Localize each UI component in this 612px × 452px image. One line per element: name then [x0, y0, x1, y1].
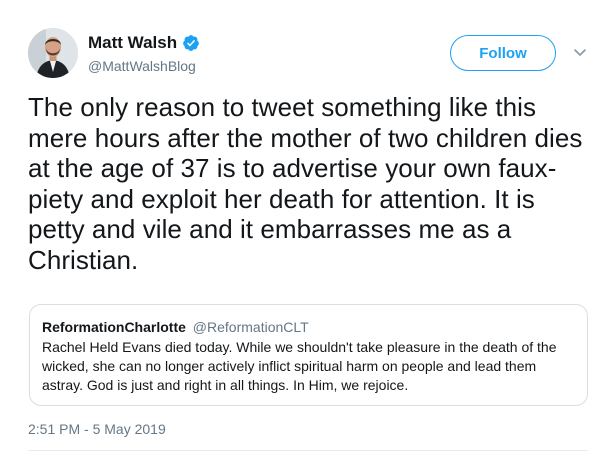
author-handle[interactable]: @MattWalshBlog [88, 58, 200, 74]
quoted-tweet-text: Rachel Held Evans died today. While we s… [42, 339, 557, 393]
tweet-header: Matt Walsh @MattWalshBlog Follow [28, 28, 598, 80]
author-display-name[interactable]: Matt Walsh [88, 33, 177, 53]
avatar[interactable] [28, 28, 78, 78]
quoted-tweet[interactable]: ReformationCharlotte @ReformationCLT Rac… [29, 304, 588, 406]
divider [28, 450, 588, 451]
follow-button[interactable]: Follow [450, 35, 556, 71]
quoted-author-handle: @ReformationCLT [192, 319, 309, 335]
verified-badge-icon [182, 34, 200, 52]
display-name-row: Matt Walsh [88, 32, 200, 54]
author-names: Matt Walsh @MattWalshBlog [88, 32, 200, 74]
chevron-down-icon[interactable] [572, 44, 588, 60]
tweet-timestamp[interactable]: 2:51 PM - 5 May 2019 [28, 421, 166, 437]
tweet-text: The only reason to tweet something like … [28, 92, 583, 275]
quoted-author-name: ReformationCharlotte [42, 319, 186, 335]
quoted-tweet-header: ReformationCharlotte @ReformationCLT [42, 318, 575, 336]
tweet-card: Matt Walsh @MattWalshBlog Follow The onl… [0, 0, 612, 452]
